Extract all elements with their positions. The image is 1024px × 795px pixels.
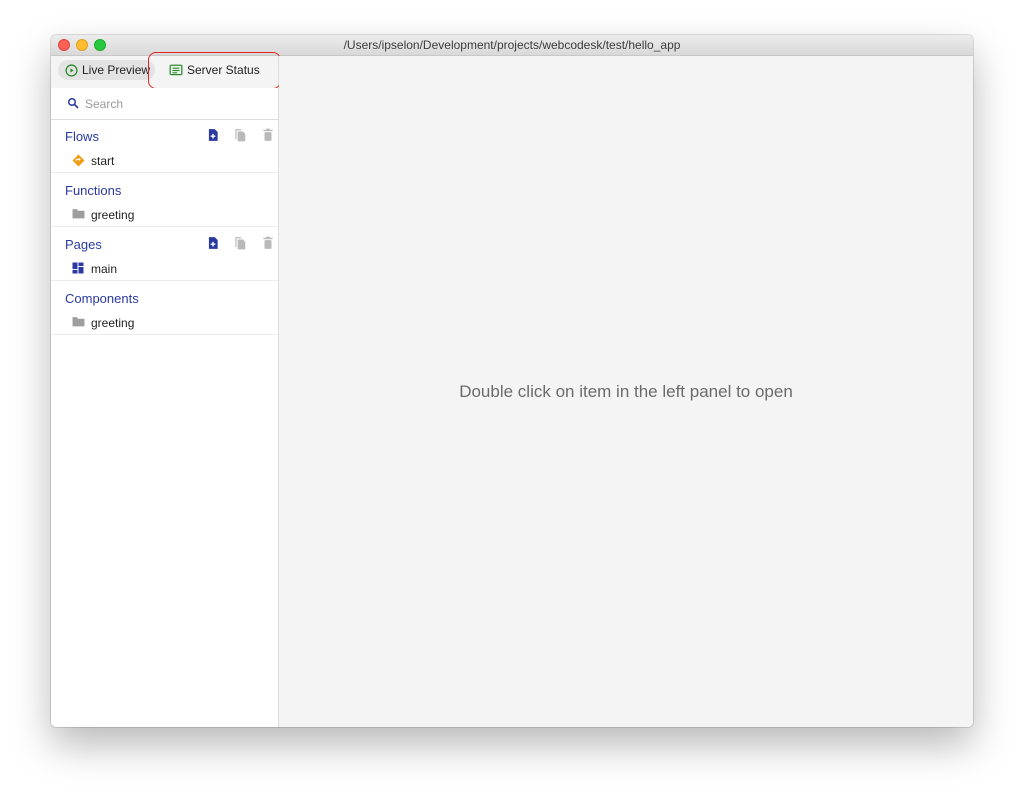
top-buttons-bar: Live Preview Server Status	[51, 52, 281, 89]
play-circle-icon	[65, 63, 78, 77]
component-item-label: greeting	[91, 316, 135, 330]
server-status-icon	[169, 64, 183, 75]
functions-title: Functions	[65, 183, 122, 198]
page-item-main[interactable]: main	[51, 257, 278, 281]
flow-diamond-icon	[72, 154, 85, 167]
pages-title: Pages	[65, 237, 102, 252]
server-status-button[interactable]: Server Status	[167, 60, 277, 80]
delete-flow-icon[interactable]	[261, 128, 275, 142]
components-header: Components	[51, 282, 278, 311]
search-input[interactable]	[83, 94, 267, 114]
copy-page-icon[interactable]	[233, 236, 247, 250]
server-status-label: Server Status	[187, 63, 260, 77]
page-item-label: main	[91, 262, 118, 276]
folder-icon	[72, 317, 85, 327]
page-layout-icon	[72, 262, 84, 274]
title-bar[interactable]: /Users/ipselon/Development/projects/webc…	[51, 35, 973, 56]
functions-section: Functions greeting	[51, 174, 278, 227]
live-preview-label: Live Preview	[82, 63, 151, 77]
add-page-icon[interactable]	[206, 236, 220, 250]
flows-title: Flows	[65, 129, 99, 144]
flow-item-start[interactable]: start	[51, 149, 278, 173]
add-flow-icon[interactable]	[206, 128, 220, 142]
app-window: /Users/ipselon/Development/projects/webc…	[51, 35, 973, 727]
pages-header: Pages	[51, 228, 278, 257]
live-preview-button[interactable]: Live Preview	[58, 60, 155, 80]
main-area: Double click on item in the left panel t…	[279, 56, 973, 727]
components-title: Components	[65, 291, 139, 306]
left-panel: Live Preview Server Status Search Flows …	[51, 52, 281, 727]
delete-page-icon[interactable]	[261, 236, 275, 250]
search-bar	[51, 88, 278, 120]
copy-flow-icon[interactable]	[233, 128, 247, 142]
function-item-greeting[interactable]: greeting	[51, 203, 278, 227]
folder-icon	[72, 209, 85, 219]
functions-header: Functions	[51, 174, 278, 203]
flows-header: Flows	[51, 120, 278, 149]
window-title: /Users/ipselon/Development/projects/webc…	[343, 38, 681, 52]
flow-item-label: start	[91, 154, 115, 168]
pages-section: Pages main	[51, 228, 278, 281]
components-section: Components greeting	[51, 282, 278, 335]
empty-state-hint: Double click on item in the left panel t…	[459, 382, 793, 401]
search-icon	[68, 98, 79, 109]
component-item-greeting[interactable]: greeting	[51, 311, 278, 335]
function-item-label: greeting	[91, 208, 135, 222]
flows-section: Flows start	[51, 120, 278, 173]
